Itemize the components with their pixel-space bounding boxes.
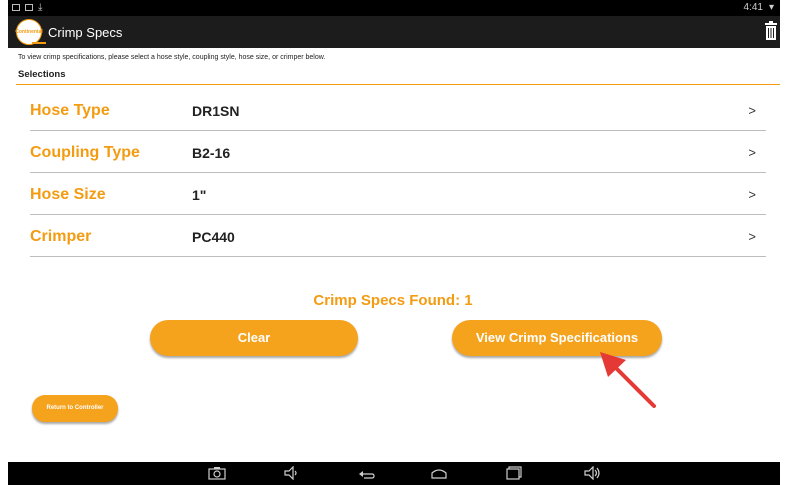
chevron-right-icon: > <box>748 187 756 202</box>
selection-row-hose-size[interactable]: Hose Size 1" > <box>30 174 766 215</box>
status-bar: ⤓ 4:41 ▾ <box>8 0 780 16</box>
selection-row-coupling-type[interactable]: Coupling Type B2-16 > <box>30 132 766 173</box>
system-nav-bar <box>8 462 780 485</box>
selection-value: PC440 <box>192 229 235 245</box>
volume-up-icon[interactable] <box>583 466 601 480</box>
main-content: To view crimp specifications, please sel… <box>8 48 780 462</box>
annotation-arrow-icon <box>600 352 656 408</box>
selection-row-crimper[interactable]: Crimper PC440 > <box>30 216 766 257</box>
selection-label: Crimper <box>30 228 92 245</box>
status-right-icons: 4:41 ▾ <box>744 2 775 13</box>
recent-apps-icon[interactable] <box>505 466 523 480</box>
trash-icon[interactable] <box>764 20 778 42</box>
selection-label: Hose Type <box>30 102 110 119</box>
camera-icon[interactable] <box>208 466 226 480</box>
download-icon: ⤓ <box>38 2 43 13</box>
selection-label: Hose Size <box>30 186 106 203</box>
back-icon[interactable] <box>358 466 376 480</box>
selection-value: 1" <box>192 187 207 203</box>
chevron-right-icon: > <box>748 145 756 160</box>
selection-row-hose-type[interactable]: Hose Type DR1SN > <box>30 90 766 131</box>
app-frame: ⤓ 4:41 ▾ Continental Crimp Specs To view… <box>0 0 786 485</box>
status-left-icons: ⤓ <box>12 2 42 13</box>
selection-value: DR1SN <box>192 103 240 119</box>
app-bar: Continental Crimp Specs <box>8 16 780 48</box>
mail-notification-icon <box>25 4 33 11</box>
chevron-right-icon: > <box>748 103 756 118</box>
logo-underline <box>32 42 46 44</box>
clear-button[interactable]: Clear <box>150 320 358 356</box>
wifi-icon: ▾ <box>768 2 774 13</box>
selection-value: B2-16 <box>192 145 231 161</box>
clock-text: 4:41 <box>743 2 763 13</box>
chevron-right-icon: > <box>748 229 756 244</box>
left-margin <box>0 0 8 485</box>
app-title: Crimp Specs <box>48 25 123 40</box>
instructions-text: To view crimp specifications, please sel… <box>18 54 326 61</box>
image-notification-icon <box>12 4 20 11</box>
selection-label: Coupling Type <box>30 144 140 161</box>
volume-down-icon[interactable] <box>283 466 301 480</box>
home-icon[interactable] <box>430 466 448 480</box>
right-margin <box>780 0 786 485</box>
section-divider <box>16 84 780 85</box>
return-to-controller-button[interactable]: Return to Controller <box>32 395 118 422</box>
crimp-specs-found-text: Crimp Specs Found: 1 <box>313 292 473 309</box>
logo-text: Continental <box>15 29 43 35</box>
selections-heading: Selections <box>18 69 66 80</box>
